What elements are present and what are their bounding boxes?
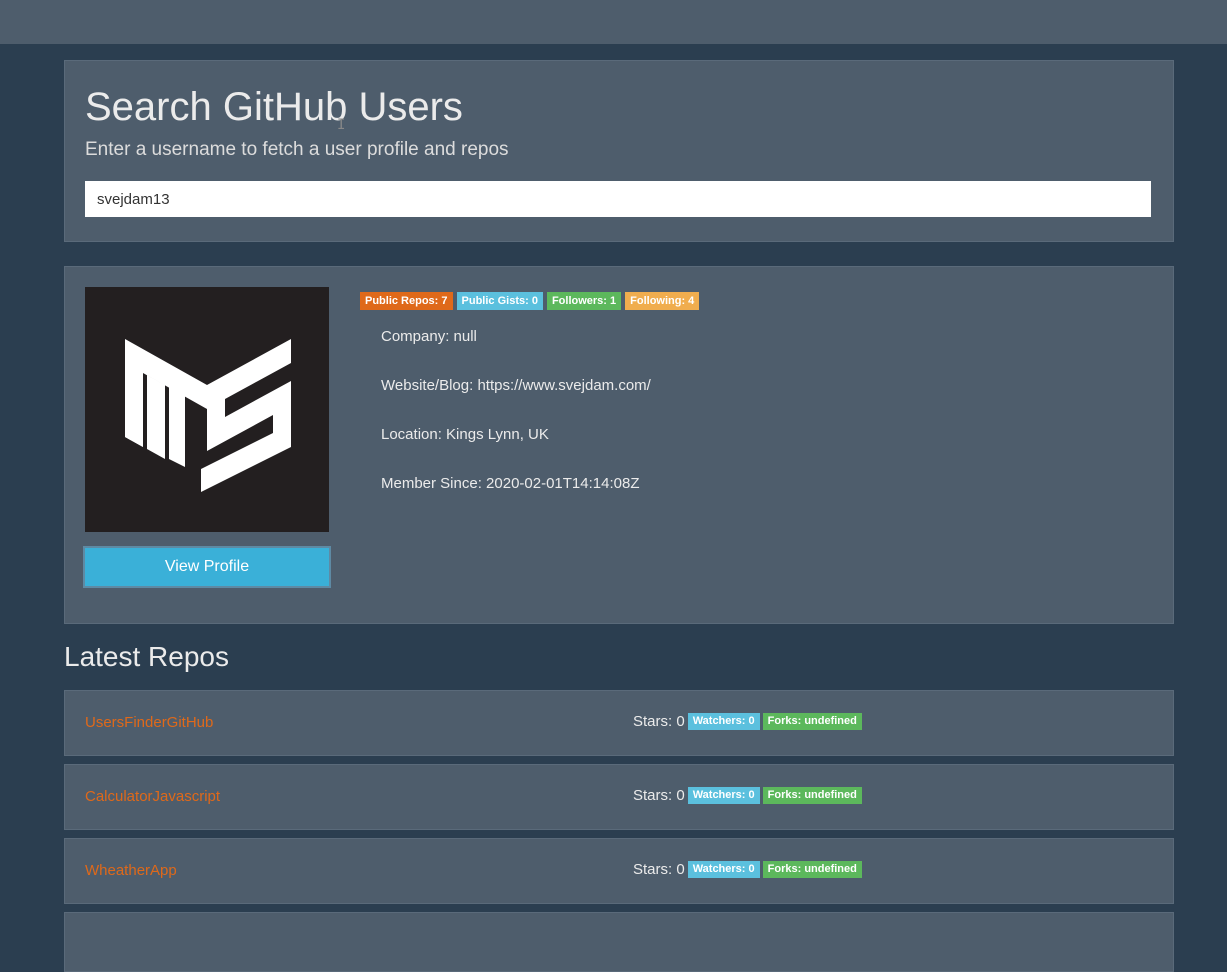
repo-card-partial — [64, 912, 1174, 972]
forks-badge: Forks: undefined — [762, 713, 862, 730]
forks-badge: Forks: undefined — [762, 861, 862, 878]
repo-stars: Stars: 0 — [633, 713, 685, 730]
page-subtitle: Enter a username to fetch a user profile… — [85, 139, 509, 160]
avatar — [85, 287, 329, 532]
repo-link[interactable]: WheatherApp — [85, 862, 177, 879]
watchers-badge: Watchers: 0 — [687, 713, 760, 730]
repo-link[interactable]: CalculatorJavascript — [85, 788, 220, 805]
repo-card: CalculatorJavascript Stars: 0 Watchers: … — [64, 764, 1174, 830]
text-cursor-icon: I — [337, 117, 346, 133]
repo-card: UsersFinderGitHub Stars: 0 Watchers: 0 F… — [64, 690, 1174, 756]
profile-info-list: Company: null Website/Blog: https://www.… — [381, 327, 651, 523]
watchers-badge: Watchers: 0 — [687, 861, 760, 878]
view-profile-button[interactable]: View Profile — [83, 546, 331, 588]
website-item: Website/Blog: https://www.svejdam.com/ — [381, 377, 651, 394]
page-title: Search GitHub Users — [85, 85, 463, 129]
followers-badge: Followers: 1 — [546, 292, 622, 310]
following-badge: Following: 4 — [625, 292, 700, 310]
forks-badge: Forks: undefined — [762, 787, 862, 804]
repo-stats: Stars: 0 Watchers: 0 Forks: undefined — [633, 861, 862, 878]
location-item: Location: Kings Lynn, UK — [381, 426, 549, 443]
main-container: Search GitHub Users Enter a username to … — [64, 60, 1174, 972]
profile-panel: View Profile Public Repos: 7 Public Gist… — [64, 266, 1174, 624]
company-item: Company: null — [381, 328, 477, 345]
latest-repos-heading: Latest Repos — [64, 641, 229, 672]
repo-card: WheatherApp Stars: 0 Watchers: 0 Forks: … — [64, 838, 1174, 904]
repo-stars: Stars: 0 — [633, 861, 685, 878]
ms-logo-icon — [125, 339, 291, 492]
watchers-badge: Watchers: 0 — [687, 787, 760, 804]
search-input[interactable] — [85, 181, 1151, 217]
repo-stats: Stars: 0 Watchers: 0 Forks: undefined — [633, 713, 862, 730]
search-panel: Search GitHub Users Enter a username to … — [64, 60, 1174, 242]
public-gists-badge: Public Gists: 0 — [456, 292, 543, 310]
public-repos-badge: Public Repos: 7 — [360, 292, 453, 310]
repo-stats: Stars: 0 Watchers: 0 Forks: undefined — [633, 787, 862, 804]
member-since-item: Member Since: 2020-02-01T14:14:08Z — [381, 475, 640, 492]
repo-link[interactable]: UsersFinderGitHub — [85, 714, 213, 731]
profile-badges: Public Repos: 7 Public Gists: 0 Follower… — [360, 292, 700, 310]
top-navbar — [0, 0, 1227, 44]
repo-stars: Stars: 0 — [633, 787, 685, 804]
